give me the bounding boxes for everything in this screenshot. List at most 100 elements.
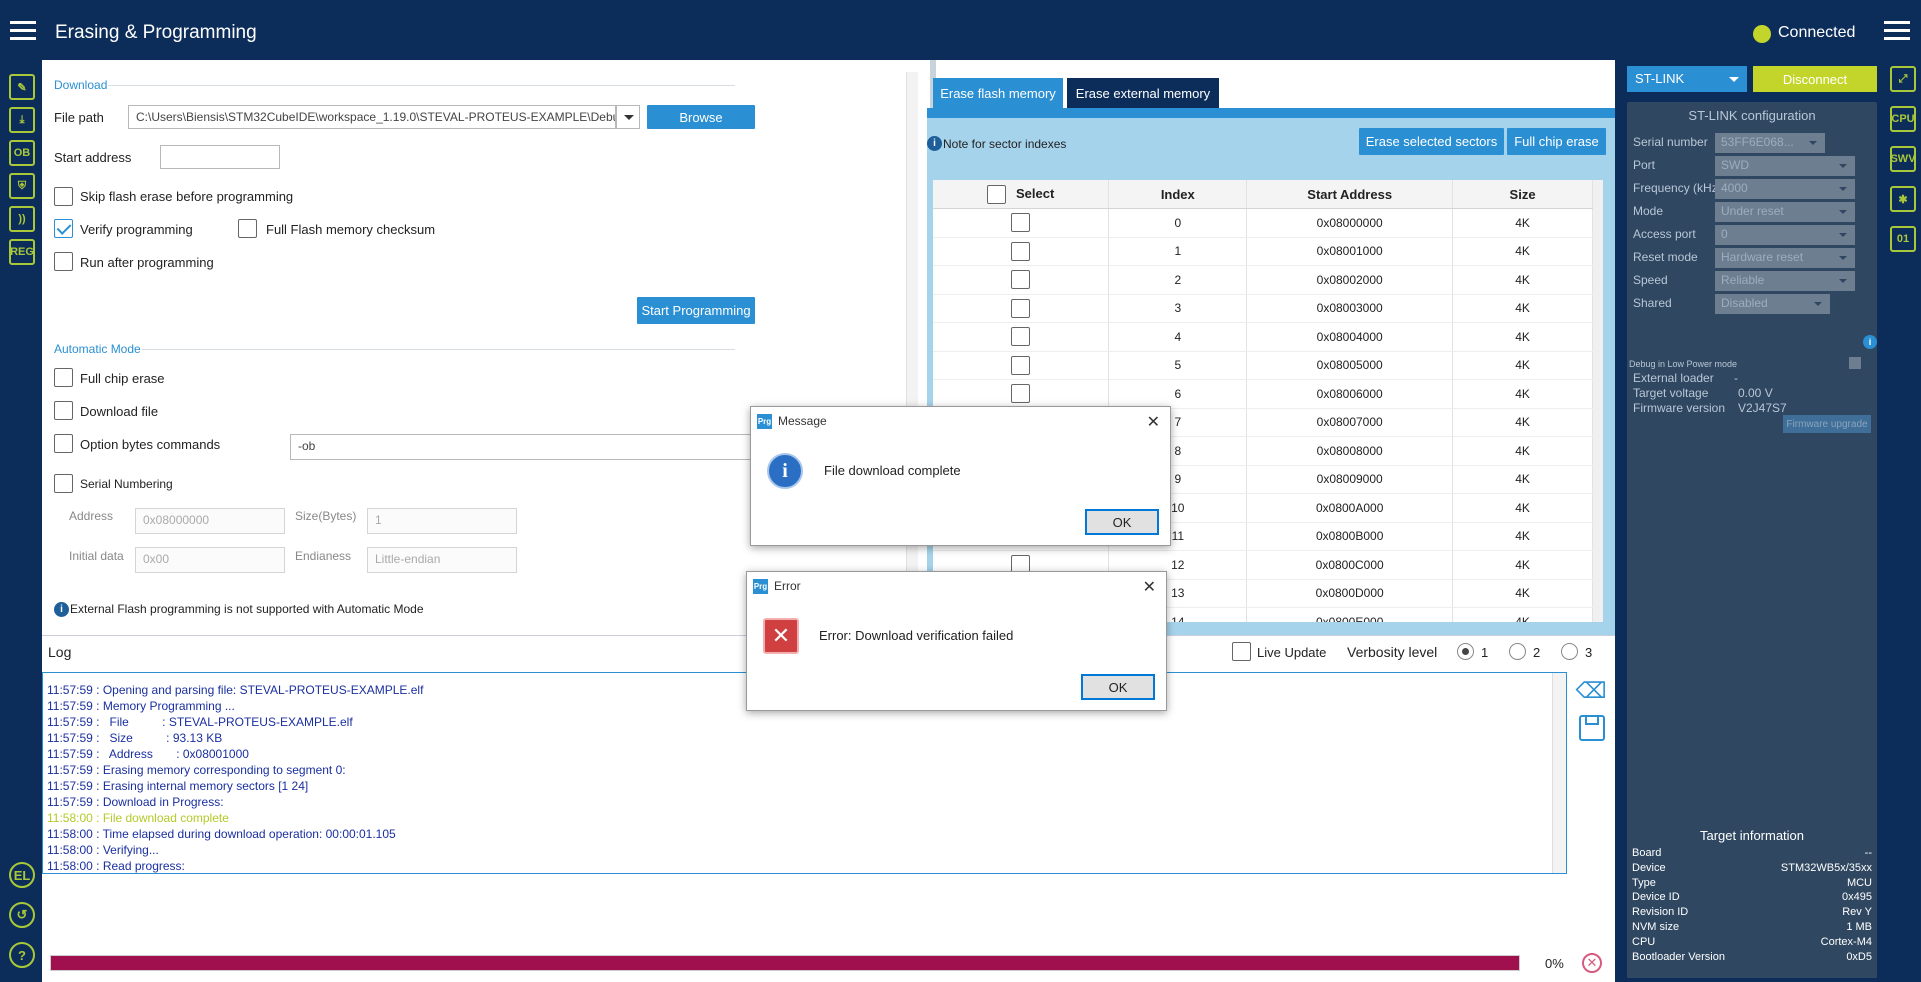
config-field-select[interactable]: Under reset bbox=[1715, 202, 1855, 222]
help-icon[interactable]: ? bbox=[9, 942, 35, 968]
start-programming-button[interactable]: Start Programming bbox=[637, 297, 755, 324]
verify-programming-checkbox[interactable] bbox=[54, 219, 73, 238]
swv-icon[interactable]: SWV bbox=[1890, 146, 1916, 172]
sector-checkbox[interactable] bbox=[1011, 241, 1031, 261]
target-info-label: CPU bbox=[1632, 935, 1656, 948]
table-row[interactable]: 2 0x08002000 4K bbox=[933, 265, 1593, 295]
full-chip-erase-button[interactable]: Full chip erase bbox=[1507, 128, 1606, 155]
info-icon: i bbox=[927, 136, 942, 151]
endianess-select[interactable]: Little-endian bbox=[367, 547, 517, 573]
option-bytes-icon[interactable]: OB bbox=[9, 140, 35, 166]
page-title: Erasing & Programming bbox=[55, 22, 257, 43]
column-header-start-address[interactable]: Start Address bbox=[1246, 180, 1454, 209]
start-address-input[interactable] bbox=[160, 145, 280, 169]
option-bytes-checkbox[interactable] bbox=[54, 434, 73, 453]
sector-checkbox[interactable] bbox=[1011, 270, 1031, 290]
verbosity-radio-1[interactable] bbox=[1457, 643, 1474, 660]
clear-log-icon[interactable]: ⌫ bbox=[1575, 678, 1606, 704]
log-scrollbar[interactable] bbox=[1552, 673, 1566, 873]
target-info-value: STM32WB5x/35xx bbox=[1780, 861, 1872, 874]
message-ok-button[interactable]: OK bbox=[1085, 509, 1159, 535]
size-cell: 4K bbox=[1452, 408, 1593, 437]
config-field-select[interactable]: Reliable bbox=[1715, 271, 1855, 291]
memory-edit-icon[interactable]: ✎ bbox=[9, 74, 35, 100]
table-row[interactable]: 1 0x08001000 4K bbox=[933, 237, 1593, 266]
tab-erase-external[interactable]: Erase external memory bbox=[1067, 78, 1219, 108]
config-field-select[interactable]: 0 bbox=[1715, 225, 1855, 245]
target-info-value: 0xD5 bbox=[1846, 950, 1872, 963]
auto-full-chip-erase-checkbox[interactable] bbox=[54, 368, 73, 387]
cancel-icon[interactable]: ✕ bbox=[1582, 953, 1602, 973]
table-row[interactable]: 3 0x08003000 4K bbox=[933, 294, 1593, 323]
registers-icon[interactable]: REG bbox=[9, 239, 35, 265]
start-address-cell: 0x0800D000 bbox=[1246, 579, 1454, 608]
download-scrollbar[interactable] bbox=[906, 72, 918, 632]
firmware-upgrade-button[interactable]: Firmware upgrade bbox=[1783, 415, 1871, 433]
target-info-row: Bootloader Version 0xD5 bbox=[1632, 950, 1872, 965]
external-flash-note: External Flash programming is not suppor… bbox=[70, 602, 424, 616]
address-input[interactable]: 0x08000000 bbox=[135, 508, 285, 534]
config-field-select[interactable]: Disabled bbox=[1715, 294, 1830, 314]
live-update-checkbox[interactable] bbox=[1232, 642, 1251, 661]
start-address-cell: 0x08009000 bbox=[1246, 465, 1454, 494]
sector-index-note[interactable]: Note for sector indexes bbox=[943, 137, 1066, 151]
select-all-checkbox[interactable] bbox=[987, 184, 1007, 204]
browse-button[interactable]: Browse bbox=[647, 105, 755, 129]
skip-erase-label: Skip flash erase before programming bbox=[80, 189, 294, 204]
verbosity-radio-3[interactable] bbox=[1561, 643, 1578, 660]
sector-checkbox[interactable] bbox=[1011, 355, 1031, 375]
config-field-select[interactable]: SWD bbox=[1715, 156, 1855, 176]
column-header-select[interactable]: Select bbox=[933, 180, 1110, 209]
left-sidebar: ✎ ⤓ OB ⛨)) REG EL ↺? bbox=[0, 60, 42, 982]
config-field-select[interactable]: Hardware reset bbox=[1715, 248, 1855, 268]
verbosity-radio-2[interactable] bbox=[1509, 643, 1526, 660]
size-input[interactable]: 1 bbox=[367, 508, 517, 534]
right-panel: ST-LINK Disconnect ST-LINK configuration… bbox=[1615, 60, 1885, 982]
sector-table-scrollbar[interactable] bbox=[1593, 180, 1603, 622]
table-row[interactable]: 6 0x08006000 4K bbox=[933, 379, 1593, 409]
error-ok-button[interactable]: OK bbox=[1081, 674, 1155, 700]
config-field-select[interactable]: 4000 bbox=[1715, 179, 1855, 199]
table-row[interactable]: 5 0x08005000 4K bbox=[933, 351, 1593, 380]
column-header-index[interactable]: Index bbox=[1108, 180, 1248, 209]
el-icon[interactable]: EL bbox=[9, 862, 35, 888]
option-bytes-input[interactable]: -ob bbox=[290, 434, 760, 460]
binary-icon[interactable]: 01 bbox=[1890, 226, 1916, 252]
erase-selected-sectors-button[interactable]: Erase selected sectors bbox=[1359, 128, 1504, 155]
save-log-icon[interactable] bbox=[1579, 715, 1605, 741]
disconnect-button[interactable]: Disconnect bbox=[1753, 66, 1877, 92]
serial-numbering-checkbox[interactable] bbox=[54, 474, 73, 493]
select-cell bbox=[933, 208, 1110, 238]
table-row[interactable]: 0 0x08000000 4K bbox=[933, 208, 1593, 238]
auto-download-file-checkbox[interactable] bbox=[54, 401, 73, 420]
menu-right-icon[interactable] bbox=[1884, 21, 1910, 41]
run-after-programming-checkbox[interactable] bbox=[54, 252, 73, 271]
sector-checkbox[interactable] bbox=[1011, 298, 1031, 318]
info-icon[interactable]: i bbox=[1863, 335, 1877, 349]
config-field-select[interactable]: 53FF6E068... bbox=[1715, 133, 1825, 153]
log-line: 11:57:59 : File : STEVAL-PROTEUS-EXAMPLE… bbox=[47, 715, 353, 729]
sector-checkbox[interactable] bbox=[1011, 327, 1031, 347]
swap-icon[interactable]: ↺ bbox=[9, 902, 35, 928]
download-icon[interactable]: ⤓ bbox=[9, 107, 35, 133]
menu-icon[interactable] bbox=[10, 21, 36, 41]
bug-icon[interactable]: ✱ bbox=[1890, 186, 1916, 212]
sector-checkbox[interactable] bbox=[1011, 384, 1031, 404]
resize-icon[interactable]: ⤢ bbox=[1890, 66, 1916, 92]
sector-checkbox[interactable] bbox=[1011, 213, 1031, 233]
full-flash-checksum-checkbox[interactable] bbox=[238, 219, 257, 238]
debug-low-power-checkbox[interactable] bbox=[1849, 357, 1861, 369]
rss-icon[interactable]: )) bbox=[9, 206, 35, 232]
cpu-icon[interactable]: CPU bbox=[1890, 106, 1916, 132]
file-path-dropdown-button[interactable] bbox=[616, 105, 640, 129]
close-icon[interactable]: ✕ bbox=[1147, 412, 1160, 432]
close-icon[interactable]: ✕ bbox=[1143, 577, 1156, 597]
file-path-input[interactable]: C:\Users\Biensis\STM32CubeIDE\workspace_… bbox=[128, 105, 616, 129]
initial-data-input[interactable]: 0x00 bbox=[135, 547, 285, 573]
tab-erase-flash[interactable]: Erase flash memory bbox=[933, 78, 1063, 108]
interface-select[interactable]: ST-LINK bbox=[1627, 66, 1747, 92]
security-shield-icon[interactable]: ⛨ bbox=[9, 173, 35, 199]
table-row[interactable]: 4 0x08004000 4K bbox=[933, 322, 1593, 352]
column-header-size[interactable]: Size bbox=[1452, 180, 1593, 209]
skip-erase-checkbox[interactable] bbox=[54, 187, 73, 206]
